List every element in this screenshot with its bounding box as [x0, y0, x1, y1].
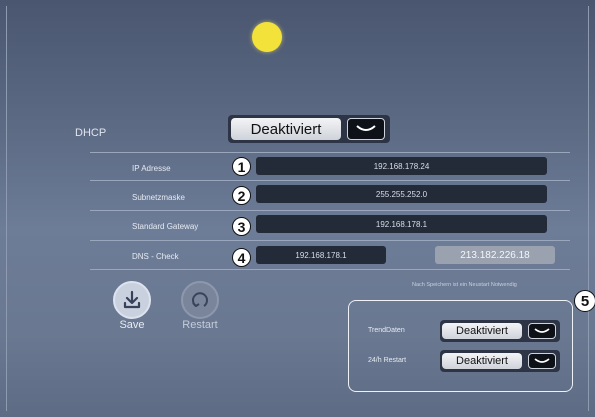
divider — [90, 240, 570, 241]
restart-24h-value: Deaktiviert — [442, 353, 522, 369]
divider — [90, 269, 570, 270]
chevron-down-icon[interactable] — [528, 353, 556, 369]
restart-label: Restart — [182, 319, 218, 331]
callout-badge-2: 2 — [232, 186, 251, 205]
dhcp-label: DHCP — [75, 127, 107, 139]
callout-badge-4: 4 — [232, 248, 251, 267]
save-button[interactable] — [113, 281, 151, 319]
restart-24h-dropdown[interactable]: Deaktiviert — [440, 350, 560, 372]
ip-address-label: IP Adresse — [132, 164, 171, 173]
dhcp-dropdown[interactable]: Deaktiviert — [228, 115, 390, 143]
dns-field[interactable]: 192.168.178.1 — [256, 246, 386, 264]
subnet-mask-field[interactable]: 255.255.252.0 — [256, 185, 547, 203]
callout-badge-5: 5 — [574, 290, 595, 312]
chevron-down-icon[interactable] — [528, 323, 556, 339]
divider — [90, 152, 570, 153]
restart-24h-label: 24/h Restart — [368, 357, 407, 364]
ip-address-field[interactable]: 192.168.178.24 — [256, 157, 547, 175]
trend-data-value: Deaktiviert — [442, 323, 522, 339]
divider — [90, 180, 570, 181]
save-label: Save — [119, 319, 145, 331]
gateway-label: Standard Gateway — [132, 222, 199, 231]
dns-check-label: DNS - Check — [132, 252, 179, 261]
divider — [90, 210, 570, 211]
options-panel — [348, 300, 573, 392]
dns-check-result: 213.182.226.18 — [435, 246, 555, 264]
subnet-mask-label: Subnetzmaske — [132, 193, 185, 202]
callout-badge-1: 1 — [232, 157, 251, 176]
download-icon — [123, 290, 141, 309]
chevron-down-icon[interactable] — [347, 118, 385, 140]
restart-button[interactable] — [181, 281, 219, 319]
trend-data-label: TrendDaten — [368, 327, 405, 334]
callout-badge-3: 3 — [232, 217, 251, 236]
trend-data-dropdown[interactable]: Deaktiviert — [440, 320, 560, 342]
restart-icon — [192, 292, 208, 307]
restart-note: Nach Speichern ist ein Neustart Notwendi… — [412, 282, 517, 288]
gateway-field[interactable]: 192.168.178.1 — [256, 215, 547, 233]
dhcp-value: Deaktiviert — [231, 118, 341, 140]
status-indicator — [252, 22, 282, 52]
